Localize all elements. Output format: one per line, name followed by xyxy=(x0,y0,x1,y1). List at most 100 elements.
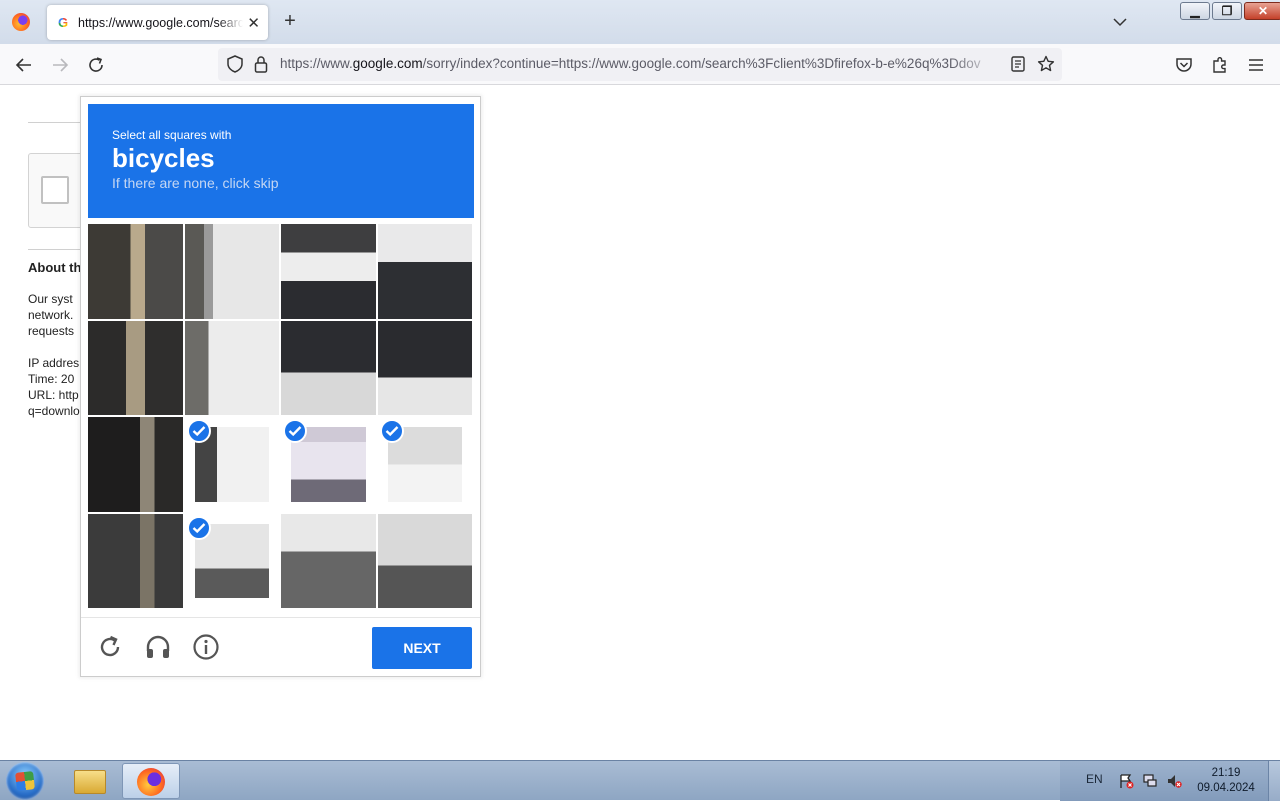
divider xyxy=(28,122,88,123)
captcha-tile[interactable] xyxy=(281,320,376,415)
firefox-menu[interactable] xyxy=(0,0,42,44)
bookmark-star-icon[interactable] xyxy=(1035,53,1057,75)
next-button[interactable]: NEXT xyxy=(372,627,472,669)
captcha-tile[interactable] xyxy=(88,224,183,319)
body-line: network. xyxy=(28,308,74,322)
pocket-icon[interactable] xyxy=(1173,54,1195,76)
volume-muted-icon[interactable] xyxy=(1166,773,1182,789)
body-line: URL: http xyxy=(28,388,79,402)
reload-icon[interactable] xyxy=(85,54,107,76)
instruction-text: Select all squares with xyxy=(112,128,232,142)
clock[interactable]: 21:19 09.04.2024 xyxy=(1194,766,1258,796)
back-arrow-icon[interactable] xyxy=(13,54,35,76)
instruction-keyword: bicycles xyxy=(112,143,215,173)
minimize-button[interactable]: ▁ xyxy=(1180,2,1210,20)
tile-image xyxy=(281,224,376,319)
tile-image xyxy=(88,224,183,319)
body-line: q=downlo xyxy=(28,404,80,418)
reader-view-icon[interactable] xyxy=(1007,53,1029,75)
tile-image xyxy=(281,320,376,415)
restore-button[interactable]: ❐ xyxy=(1212,2,1242,20)
captcha-tile[interactable] xyxy=(185,514,280,609)
tile-image xyxy=(281,513,376,608)
tile-image xyxy=(88,417,183,512)
extensions-puzzle-icon[interactable] xyxy=(1209,54,1231,76)
captcha-tile[interactable] xyxy=(184,320,279,415)
tile-image xyxy=(184,320,279,415)
google-favicon-icon: G xyxy=(57,14,69,30)
tile-image xyxy=(184,224,279,319)
folder-icon xyxy=(74,770,106,794)
recaptcha-checkbox[interactable] xyxy=(41,176,69,204)
taskbar-file-explorer[interactable] xyxy=(62,763,120,799)
window-controls: ▁ ❐ ✕ xyxy=(1180,2,1280,20)
url-path: /sorry/index?continue=https://www.google… xyxy=(422,56,981,71)
tile-image xyxy=(88,513,183,608)
tile-selected-check-icon xyxy=(283,419,307,443)
tile-image xyxy=(377,224,472,319)
firefox-icon xyxy=(12,13,30,31)
divider xyxy=(28,249,88,250)
show-desktop-button[interactable] xyxy=(1268,761,1280,801)
hamburger-menu-icon[interactable] xyxy=(1245,54,1267,76)
captcha-tile[interactable] xyxy=(377,513,472,608)
url-bar[interactable]: https://www.google.com/sorry/index?conti… xyxy=(218,48,1062,81)
url-prefix: https://www. xyxy=(280,56,353,71)
tab-title: https://www.google.com/search xyxy=(78,15,243,30)
new-tab-icon[interactable]: + xyxy=(278,10,302,34)
captcha-tile[interactable] xyxy=(378,417,473,512)
captcha-tile[interactable] xyxy=(88,513,183,608)
tile-selected-check-icon xyxy=(186,515,211,540)
windows-logo-icon xyxy=(15,771,35,791)
captcha-tile[interactable] xyxy=(88,320,183,415)
lock-icon[interactable] xyxy=(250,53,272,75)
reload-challenge-icon[interactable] xyxy=(95,632,125,662)
audio-challenge-headphones-icon[interactable] xyxy=(143,632,173,662)
taskbar: EN 21:19 09.04.2024 xyxy=(0,760,1280,801)
captcha-tile[interactable] xyxy=(184,224,279,319)
recaptcha-anchor-box xyxy=(28,153,88,228)
url-host: google.com xyxy=(352,56,423,71)
info-icon[interactable] xyxy=(191,632,221,662)
body-line: IP addres xyxy=(28,356,80,370)
body-line: requests xyxy=(28,324,75,338)
action-center-flag-icon[interactable] xyxy=(1118,773,1134,789)
captcha-tile[interactable] xyxy=(377,224,472,319)
tile-selected-check-icon xyxy=(186,419,211,443)
captcha-footer: NEXT xyxy=(81,617,480,677)
list-all-tabs-icon[interactable] xyxy=(1110,12,1130,32)
close-window-button[interactable]: ✕ xyxy=(1244,2,1280,20)
tab-close-icon[interactable]: ✕ xyxy=(247,14,260,32)
taskbar-firefox[interactable] xyxy=(122,763,180,799)
captcha-tile[interactable] xyxy=(281,417,376,512)
clock-time: 21:19 xyxy=(1211,767,1241,779)
tile-image xyxy=(88,320,183,415)
about-heading: About th xyxy=(28,260,82,275)
tile-image xyxy=(377,513,472,608)
tracking-protection-shield-icon[interactable] xyxy=(224,53,246,75)
captcha-challenge-popup: Select all squares with bicycles If ther… xyxy=(80,96,481,677)
tab-google-search[interactable]: G https://www.google.com/search ✕ xyxy=(47,5,268,40)
firefox-icon xyxy=(137,768,165,796)
captcha-tile[interactable] xyxy=(88,417,183,512)
language-indicator[interactable]: EN xyxy=(1086,772,1103,786)
captcha-tile[interactable] xyxy=(185,417,280,512)
captcha-tile[interactable] xyxy=(281,513,376,608)
captcha-image-grid xyxy=(88,224,474,610)
navigation-toolbar: https://www.google.com/sorry/index?conti… xyxy=(0,44,1280,85)
clock-date: 09.04.2024 xyxy=(1197,782,1255,794)
captcha-tile[interactable] xyxy=(377,320,472,415)
system-tray: EN 21:19 09.04.2024 xyxy=(1060,761,1280,801)
tab-bar: G https://www.google.com/search ✕ + ▁ ❐ … xyxy=(0,0,1280,44)
captcha-tile[interactable] xyxy=(281,224,376,319)
network-icon[interactable] xyxy=(1142,773,1158,789)
body-line: Time: 20 xyxy=(28,372,75,386)
url-text[interactable]: https://www.google.com/sorry/index?conti… xyxy=(280,56,1000,71)
captcha-instructions: Select all squares with bicycles If ther… xyxy=(88,104,474,218)
start-button[interactable] xyxy=(6,762,44,800)
forward-arrow-icon[interactable] xyxy=(49,54,71,76)
body-line: Our syst xyxy=(28,292,73,306)
tile-selected-check-icon xyxy=(379,419,404,443)
tile-image xyxy=(377,320,472,415)
instruction-subtext: If there are none, click skip xyxy=(112,175,279,191)
